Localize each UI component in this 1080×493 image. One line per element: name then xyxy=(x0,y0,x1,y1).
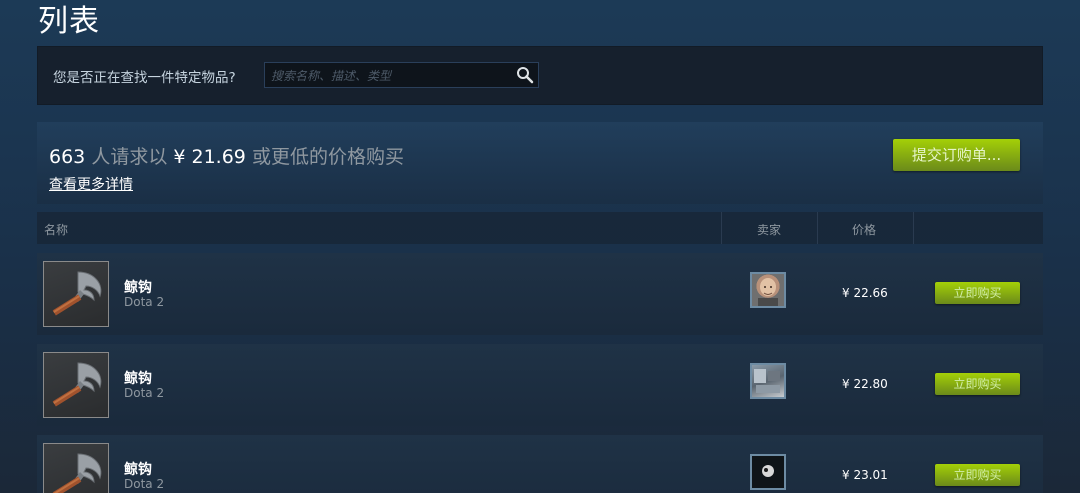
listing-row: 鲸钩 Dota 2 ¥ 23.01 立即购买 xyxy=(37,435,1043,493)
buy-order-panel: 663 人请求以 ¥ 21.69 或更低的价格购买 查看更多详情 提交订购单..… xyxy=(37,122,1043,204)
column-divider xyxy=(913,212,914,244)
market-listings-page: 列表 您是否正在查找一件特定物品? 663 人请求以 ¥ 21.69 或更低的价… xyxy=(0,0,1080,493)
column-divider xyxy=(817,212,818,244)
buy-order-suffix-text: 或更低的价格购买 xyxy=(251,146,404,168)
item-name[interactable]: 鲸钩 xyxy=(124,459,152,479)
item-name[interactable]: 鲸钩 xyxy=(124,277,152,297)
more-details-link[interactable]: 查看更多详情 xyxy=(49,174,133,194)
search-label: 您是否正在查找一件特定物品? xyxy=(53,70,236,86)
buy-now-button[interactable]: 立即购买 xyxy=(935,373,1020,395)
place-buy-order-button[interactable]: 提交订购单... xyxy=(893,139,1020,171)
column-divider xyxy=(721,212,722,244)
item-image[interactable] xyxy=(43,352,109,418)
buy-order-price: ¥ 21.69 xyxy=(173,146,246,168)
dark-avatar-icon xyxy=(762,465,774,477)
column-header-price: 价格 xyxy=(852,223,877,237)
item-name[interactable]: 鲸钩 xyxy=(124,368,152,388)
seller-avatar[interactable] xyxy=(750,454,786,490)
item-game: Dota 2 xyxy=(124,477,165,491)
buy-order-request-text: 人请求以 xyxy=(91,146,168,168)
whale-hook-icon xyxy=(52,362,102,407)
column-header-name: 名称 xyxy=(44,223,69,237)
search-panel: 您是否正在查找一件特定物品? xyxy=(37,46,1043,105)
search-box xyxy=(264,62,539,89)
item-image[interactable] xyxy=(43,261,109,327)
search-input[interactable] xyxy=(265,63,513,89)
item-price: ¥ 22.80 xyxy=(842,377,888,391)
buy-now-button[interactable]: 立即购买 xyxy=(935,282,1020,304)
listing-row: 鲸钩 Dota 2 ¥ 22.66 立即购买 xyxy=(37,253,1043,335)
buy-order-summary: 663 人请求以 ¥ 21.69 或更低的价格购买 xyxy=(49,142,404,169)
item-game: Dota 2 xyxy=(124,386,165,400)
listing-row: 鲸钩 Dota 2 ¥ 22.80 立即购买 xyxy=(37,344,1043,426)
seller-avatar[interactable] xyxy=(750,272,786,308)
bald-man-avatar-icon xyxy=(758,278,778,306)
seller-avatar[interactable] xyxy=(750,363,786,399)
listing-table-header: 名称 卖家 价格 xyxy=(37,212,1043,244)
item-image[interactable] xyxy=(43,443,109,493)
page-title: 列表 xyxy=(38,4,100,39)
column-header-seller: 卖家 xyxy=(757,223,782,237)
search-icon[interactable] xyxy=(516,66,534,84)
item-price: ¥ 22.66 xyxy=(842,286,888,300)
whale-hook-icon xyxy=(52,453,102,493)
room-photo-avatar-icon xyxy=(754,369,780,393)
buy-now-button[interactable]: 立即购买 xyxy=(935,464,1020,486)
item-game: Dota 2 xyxy=(124,295,165,309)
buy-order-count: 663 xyxy=(49,146,86,168)
item-price: ¥ 23.01 xyxy=(842,468,888,482)
whale-hook-icon xyxy=(52,271,102,316)
